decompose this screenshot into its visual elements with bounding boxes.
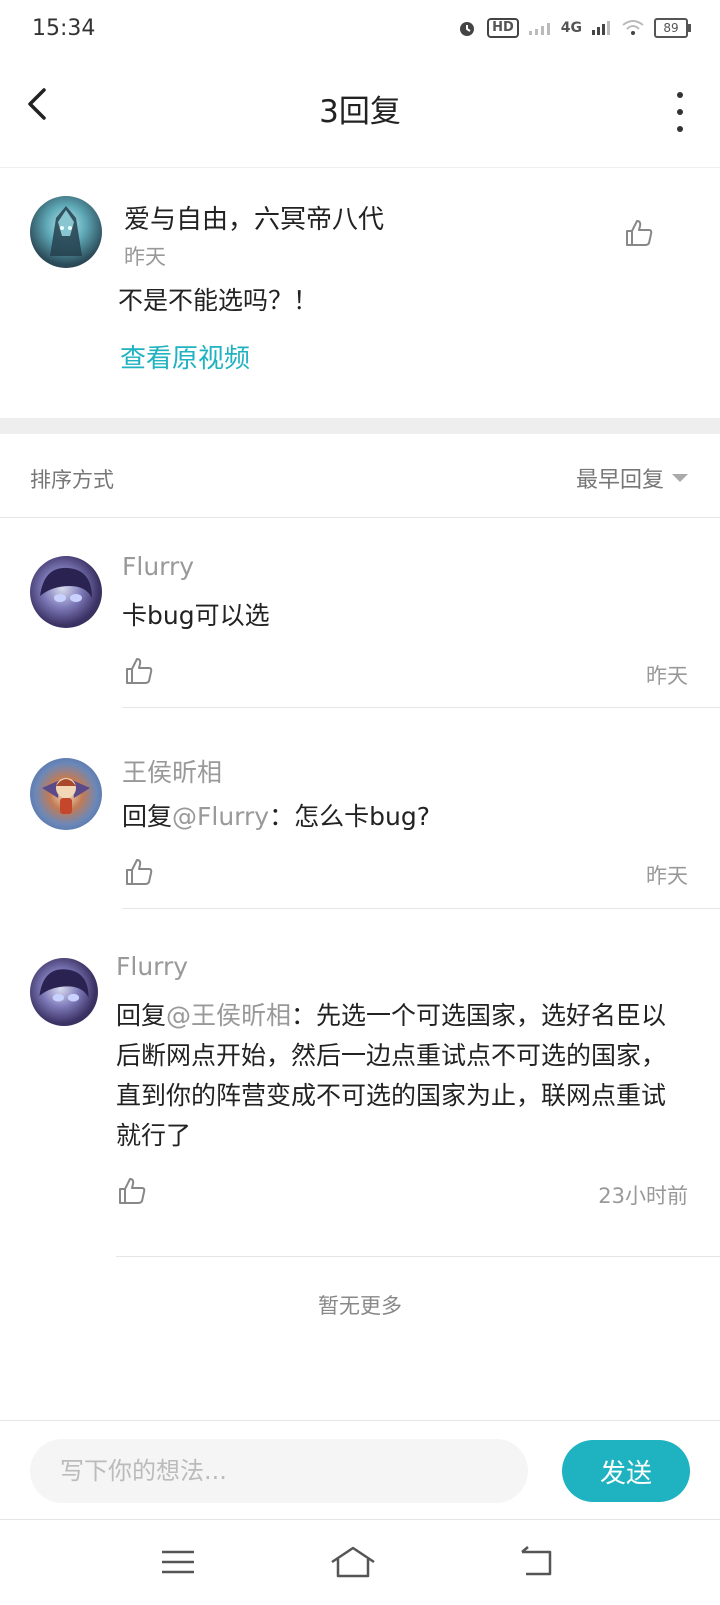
comment-input[interactable] <box>30 1439 528 1503</box>
like-button[interactable] <box>124 656 154 686</box>
sort-bar: 排序方式 最早回复 <box>0 434 720 518</box>
comment-composer: 发送 <box>0 1420 720 1520</box>
reply-text: 卡bug可以选 <box>122 596 270 636</box>
home-icon <box>331 1546 375 1578</box>
status-icons: HD 4G 89 <box>457 18 691 38</box>
section-divider <box>0 418 720 434</box>
battery-icon: 89 <box>654 18 691 38</box>
thumbs-up-icon <box>626 220 653 246</box>
hd-badge: HD <box>487 18 519 38</box>
thumbs-up-icon <box>119 1178 146 1204</box>
reply-prefix: 回复 <box>116 1001 167 1030</box>
sort-label: 排序方式 <box>30 468 114 492</box>
send-button[interactable]: 发送 <box>562 1440 690 1502</box>
signal-strength-icon <box>592 21 610 35</box>
avatar[interactable] <box>30 196 102 268</box>
comment-author[interactable]: 爱与自由，六冥帝八代 <box>124 199 384 236</box>
reply-time: 昨天 <box>646 664 688 688</box>
reply-divider <box>116 1256 720 1257</box>
sort-dropdown[interactable]: 最早回复 <box>576 462 688 494</box>
status-time: 15:34 <box>32 15 96 41</box>
avatar-image <box>40 567 92 602</box>
reply-item: 王侯昕相 回复@Flurry：怎么卡bug? 昨天 <box>0 718 720 918</box>
reply-item: Flurry 回复@王侯昕相：先选一个可选国家，选好名臣以后断网点开始，然后一边… <box>0 918 720 1258</box>
status-bar: 15:34 HD 4G 89 <box>0 0 720 56</box>
like-button[interactable] <box>624 218 654 248</box>
avatar[interactable] <box>30 556 102 628</box>
alarm-icon <box>460 22 475 36</box>
reply-divider <box>122 707 720 708</box>
reply-time: 23小时前 <box>598 1184 688 1208</box>
reply-body: ：怎么卡bug? <box>269 802 430 831</box>
avatar[interactable] <box>30 758 102 830</box>
reply-prefix: 回复 <box>122 802 173 831</box>
main-comment: 爱与自由，六冥帝八代 昨天 不是不能选吗？！ 查看原视频 <box>0 168 720 418</box>
avatar[interactable] <box>30 958 98 1026</box>
wifi-icon <box>622 20 644 35</box>
avatar-image <box>50 206 82 256</box>
comment-time: 昨天 <box>124 245 166 269</box>
system-nav-bar <box>0 1520 720 1605</box>
more-dot <box>677 126 683 132</box>
like-button[interactable] <box>117 1176 147 1206</box>
nav-home-button[interactable] <box>328 1544 378 1584</box>
no-more-text: 暂无更多 <box>318 1294 402 1318</box>
sort-selected-value: 最早回复 <box>575 468 664 493</box>
avatar-image <box>39 969 89 1002</box>
reply-body: 卡bug可以选 <box>122 601 270 630</box>
reply-mention[interactable]: @Flurry <box>172 802 269 831</box>
return-icon <box>521 1546 552 1576</box>
reply-divider <box>122 908 720 909</box>
menu-icon <box>162 1550 194 1574</box>
reply-text: 回复@Flurry：怎么卡bug? <box>122 797 430 837</box>
reply-author[interactable]: 王侯昕相 <box>122 753 222 789</box>
nav-back-button[interactable] <box>516 1544 560 1584</box>
reply-item: Flurry 卡bug可以选 昨天 <box>0 518 720 718</box>
top-bar: 3回复 <box>0 56 720 168</box>
reply-author[interactable]: Flurry <box>122 552 194 581</box>
nav-menu-button[interactable] <box>158 1544 202 1584</box>
chevron-down-icon <box>672 474 688 482</box>
more-vertical-icon <box>677 92 683 98</box>
more-dot <box>677 109 683 115</box>
signal-icon <box>528 23 550 35</box>
view-original-video-link[interactable]: 查看原视频 <box>120 338 250 375</box>
avatar-image <box>42 778 90 814</box>
reply-time: 昨天 <box>646 864 688 888</box>
thumbs-up-icon <box>126 658 153 684</box>
more-button[interactable] <box>670 92 690 132</box>
reply-mention[interactable]: @王侯昕相 <box>166 1001 291 1030</box>
network-label: 4G <box>560 20 582 36</box>
page-title: 3回复 <box>319 94 401 130</box>
thumbs-up-icon <box>126 859 153 885</box>
comment-text: 不是不能选吗？！ <box>118 286 319 315</box>
reply-text: 回复@王侯昕相：先选一个可选国家，选好名臣以后断网点开始，然后一边点重试点不可选… <box>116 996 672 1156</box>
reply-author[interactable]: Flurry <box>116 952 188 981</box>
like-button[interactable] <box>124 857 154 887</box>
